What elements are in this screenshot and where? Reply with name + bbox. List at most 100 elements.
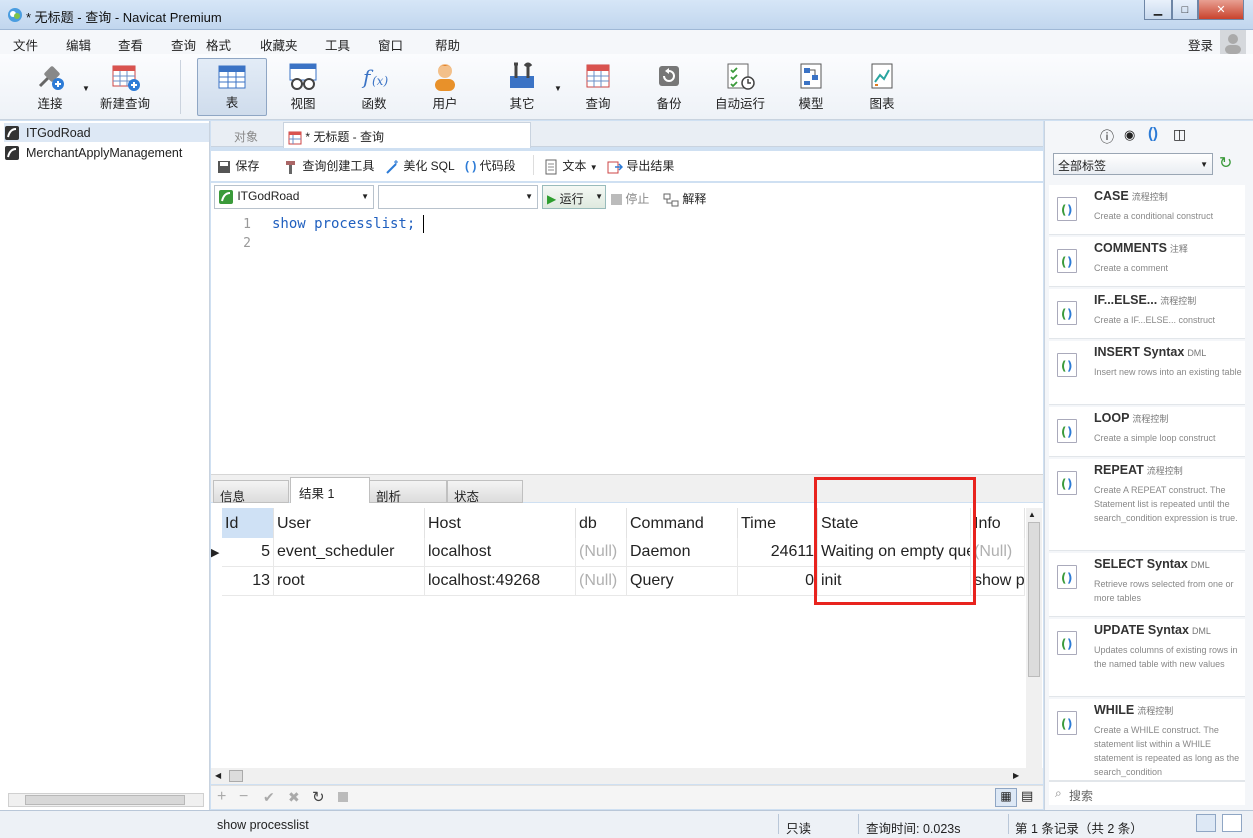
table-cell[interactable]: show processlist [971, 567, 1025, 596]
sql-code[interactable]: show processlist; [272, 216, 415, 232]
column-header-info[interactable]: Info [971, 508, 1025, 538]
stop-icon[interactable] [338, 792, 348, 802]
grid-vertical-scrollbar[interactable]: ▲ [1026, 508, 1042, 768]
snippet-search-input[interactable]: ⌕ 搜索 [1049, 781, 1245, 805]
info-icon[interactable]: ⓘ [1100, 127, 1114, 147]
tree-item-itgodroad[interactable]: ITGodRoad [4, 123, 209, 142]
table-cell[interactable]: (Null) [576, 538, 627, 567]
column-header-id[interactable]: Id [222, 508, 274, 538]
database-select[interactable]: ▼ [378, 185, 538, 209]
snippet-item[interactable]: () LOOP 流程控制 Create a simple loop construct [1049, 407, 1245, 457]
table-cell[interactable]: 0 [738, 567, 818, 596]
scrollbar-thumb[interactable] [229, 770, 243, 782]
save-button[interactable]: 保存 [216, 157, 259, 175]
stop-button[interactable]: 停止 [611, 190, 649, 207]
scrollbar-thumb[interactable] [25, 795, 185, 805]
snippet-button[interactable]: ( ) 代码段 [465, 157, 516, 174]
table-cell[interactable]: localhost:49268 [425, 567, 576, 596]
tab-info[interactable]: 信息 [213, 480, 289, 504]
maximize-button[interactable]: □ [1172, 0, 1198, 20]
table-cell[interactable]: 24611 [738, 538, 818, 567]
column-header-user[interactable]: User [274, 508, 425, 538]
layout-icon[interactable]: ◫ [1173, 126, 1186, 143]
run-dropdown-icon[interactable]: ▼ [595, 192, 603, 201]
layout-icon[interactable] [1222, 814, 1242, 832]
table-cell[interactable]: Daemon [627, 538, 738, 567]
scroll-left-icon[interactable]: ◀ [215, 771, 221, 780]
table-cell[interactable]: 5 [222, 538, 274, 567]
tag-filter-select[interactable]: 全部标签 ▼ [1053, 153, 1213, 175]
sql-editor[interactable]: 1 2 show processlist; [211, 211, 1043, 474]
tab-status[interactable]: 状态 [447, 480, 523, 504]
layout-icon[interactable] [1196, 814, 1216, 832]
column-header-command[interactable]: Command [627, 508, 738, 538]
column-header-host[interactable]: Host [425, 508, 576, 538]
login-link[interactable]: 登录 [1188, 35, 1213, 54]
table-cell[interactable]: localhost [425, 538, 576, 567]
menu-favorites[interactable]: 收藏夹 [260, 35, 298, 54]
snippet-item[interactable]: () CASE 流程控制 Create a conditional construct [1049, 185, 1245, 235]
query-builder-button[interactable]: 查询创建工具 [283, 157, 374, 175]
tree-item-merchant[interactable]: MerchantApplyManagement [4, 143, 182, 162]
snippet-icon[interactable]: () [1148, 125, 1158, 142]
tab-objects[interactable]: 对象 [211, 123, 281, 147]
other-button[interactable]: 其它 [487, 58, 557, 116]
function-button[interactable]: f (x) 函数 [339, 58, 409, 116]
menu-format[interactable]: 格式 [206, 35, 231, 54]
tab-profile[interactable]: 剖析 [369, 480, 447, 504]
close-button[interactable]: ✕ [1198, 0, 1244, 20]
menu-query[interactable]: 查询 [171, 35, 196, 54]
refresh-icon[interactable]: ↻ [312, 788, 325, 806]
backup-button[interactable]: 备份 [634, 58, 704, 116]
table-cell[interactable]: Query [627, 567, 738, 596]
connect-button[interactable]: 连接 [15, 58, 85, 116]
table-cell[interactable]: event_scheduler [274, 538, 425, 567]
table-button[interactable]: 表 [197, 58, 267, 116]
beautify-sql-button[interactable]: 美化 SQL [384, 157, 455, 175]
query-button[interactable]: 查询 [563, 58, 633, 116]
menu-file[interactable]: 文件 [13, 35, 38, 54]
menu-edit[interactable]: 编辑 [66, 35, 91, 54]
user-button[interactable]: 用户 [410, 58, 480, 116]
table-cell[interactable]: root [274, 567, 425, 596]
discard-icon[interactable]: ✖ [288, 789, 300, 806]
delete-record-icon[interactable]: − [239, 788, 248, 806]
form-view-icon[interactable]: ▤ [1021, 788, 1033, 804]
add-snippet-icon[interactable]: ↻ [1219, 153, 1232, 173]
tree-horizontal-scrollbar[interactable] [8, 793, 204, 807]
avatar[interactable] [1220, 30, 1246, 54]
grid-horizontal-scrollbar[interactable]: ◀ ▶ [211, 768, 1043, 784]
explain-button[interactable]: 解释 [663, 190, 706, 208]
tab-result-1[interactable]: 结果 1 [290, 477, 370, 503]
snippet-item[interactable]: () INSERT Syntax DML Insert new rows into a… [1049, 341, 1245, 405]
menu-window[interactable]: 窗口 [378, 35, 403, 54]
text-button[interactable]: 文本 ▼ [543, 157, 598, 175]
table-cell[interactable]: (Null) [576, 567, 627, 596]
snippet-item[interactable]: () REPEAT 流程控制 Create A REPEAT construct. T… [1049, 459, 1245, 551]
menu-view[interactable]: 查看 [118, 35, 143, 54]
minimize-button[interactable]: ▁ [1144, 0, 1172, 20]
scroll-up-icon[interactable]: ▲ [1028, 510, 1036, 519]
export-result-button[interactable]: 导出结果 [607, 157, 674, 175]
auto-run-button[interactable]: 自动运行 [705, 58, 775, 116]
add-record-icon[interactable]: + [217, 788, 226, 806]
table-cell[interactable]: 13 [222, 567, 274, 596]
menu-tools[interactable]: 工具 [325, 35, 350, 54]
apply-icon[interactable]: ✔ [263, 789, 275, 806]
grid-view-icon[interactable]: ▦ [995, 788, 1017, 807]
menu-help[interactable]: 帮助 [435, 35, 460, 54]
new-query-button[interactable]: 新建查询 [90, 58, 160, 116]
preview-icon[interactable]: ◉ [1124, 127, 1135, 143]
snippet-item[interactable]: () SELECT Syntax DML Retrieve rows selected… [1049, 553, 1245, 617]
model-button[interactable]: 模型 [776, 58, 846, 116]
other-dropdown-icon[interactable]: ▼ [554, 84, 562, 93]
chart-button[interactable]: 图表 [847, 58, 917, 116]
column-header-time[interactable]: Time [738, 508, 818, 538]
connection-select[interactable]: ITGodRoad ▼ [214, 185, 374, 209]
run-button[interactable]: ▶ 运行 ▼ [542, 185, 606, 209]
view-button[interactable]: 视图 [268, 58, 338, 116]
scroll-right-icon[interactable]: ▶ [1013, 771, 1019, 780]
tab-query[interactable]: * 无标题 - 查询 [283, 122, 531, 148]
snippet-item[interactable]: () UPDATE Syntax DML Updates columns of exi… [1049, 619, 1245, 697]
connect-dropdown-icon[interactable]: ▼ [82, 84, 90, 93]
